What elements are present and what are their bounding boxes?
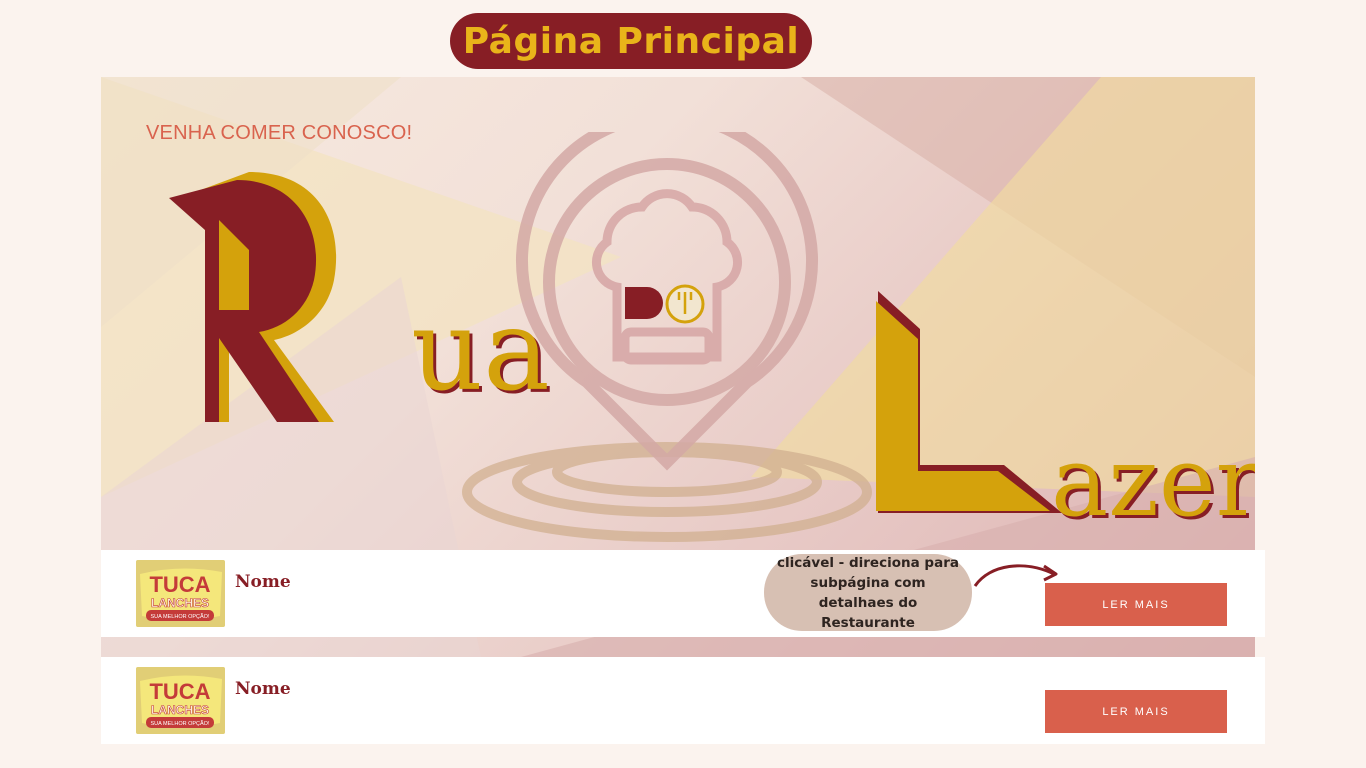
logo-word-azer: azer — [1051, 426, 1255, 538]
curved-arrow-right-icon — [973, 564, 1058, 587]
ler-mais-button[interactable]: LER MAIS — [1045, 690, 1227, 733]
logo-letter-r — [169, 172, 337, 422]
thumb-text: TUCA — [149, 572, 210, 597]
page-title: Página Principal — [450, 13, 812, 69]
restaurant-thumbnail: TUCA LANCHES SUA MELHOR OPÇÃO! — [136, 667, 225, 734]
restaurant-thumbnail: TUCA LANCHES SUA MELHOR OPÇÃO! — [136, 560, 225, 627]
ler-mais-button[interactable]: LER MAIS — [1045, 583, 1227, 626]
thumb-text: LANCHES — [151, 703, 209, 717]
restaurant-card: TUCA LANCHES SUA MELHOR OPÇÃO! Nome LER … — [101, 550, 1265, 637]
thumb-text: SUA MELHOR OPÇÃO! — [151, 720, 210, 727]
logo-word-rua: ua — [411, 286, 550, 416]
restaurant-card: TUCA LANCHES SUA MELHOR OPÇÃO! Nome LER … — [101, 657, 1265, 744]
annotation-bubble: clicável - direciona para subpágina com … — [764, 554, 972, 631]
restaurant-name: Nome — [235, 679, 291, 699]
thumb-text: LANCHES — [151, 596, 209, 610]
restaurant-name: Nome — [235, 572, 291, 592]
hero-tagline: VENHA COMER CONOSCO! — [146, 122, 413, 144]
thumb-text: SUA MELHOR OPÇÃO! — [151, 613, 210, 620]
logo-letter-l — [876, 291, 1062, 513]
thumb-text: TUCA — [149, 679, 210, 704]
